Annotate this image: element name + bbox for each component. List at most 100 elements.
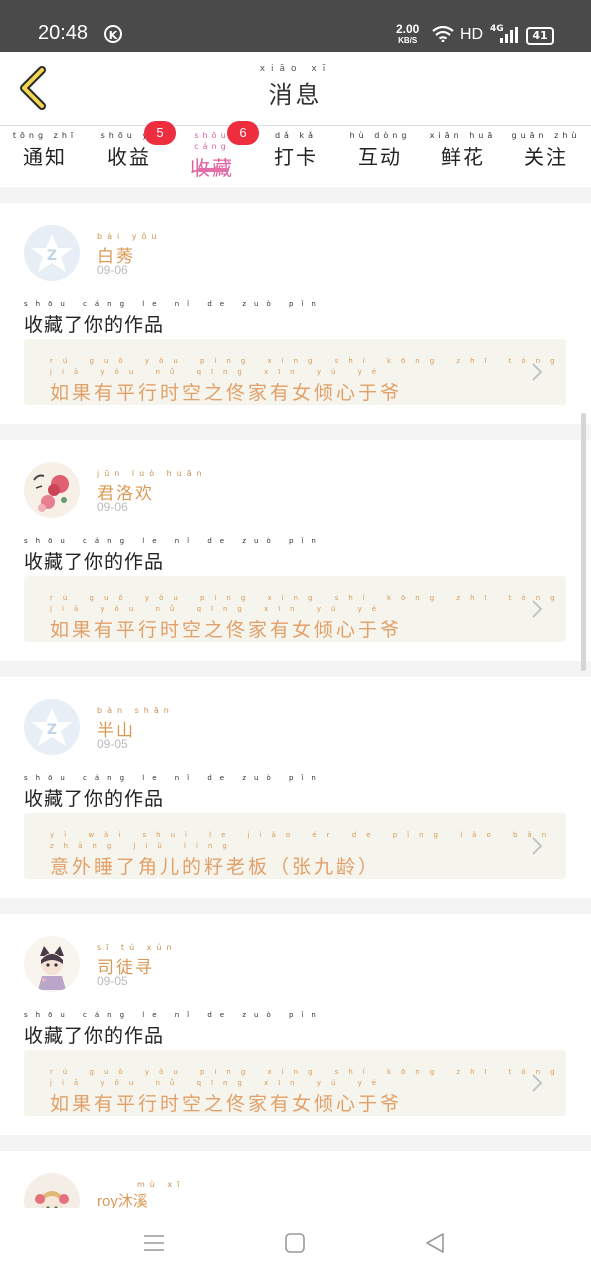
- timestamp: 09-06: [97, 263, 128, 277]
- timestamp: 09-05: [97, 974, 128, 988]
- hd-indicator: HD: [460, 26, 484, 43]
- username-pinyin: bái yǒu: [97, 232, 162, 241]
- work-title-pinyin: rú guǒ yǒu píng xíng shí kōng zhī tóng j…: [50, 1068, 565, 1087]
- work-title-pinyin: yì wài shuì le jiǎo ér de pǐng lǎo bǎn z…: [50, 831, 557, 850]
- action-pinyin: shōu cáng le nǐ de zuò pǐn: [24, 537, 324, 545]
- page-title-pinyin: xiāo xī: [259, 64, 332, 74]
- tab-notifications[interactable]: tōng zhī 通知: [10, 130, 80, 170]
- system-navigation-bar: [0, 1208, 591, 1280]
- action-label: 收藏了你的作品: [24, 1025, 165, 1047]
- work-title-text: 如果有平行时空之佟家有女倾心于爷: [50, 1093, 403, 1115]
- battery-icon: 41: [526, 27, 554, 45]
- username-pinyin: mù xī: [137, 1180, 185, 1189]
- svg-text:Z: Z: [47, 722, 57, 738]
- chevron-right-icon: [532, 1074, 543, 1092]
- tab-bar: tōng zhī 通知 shōu yì 收益 5 shōu cáng 收藏 6 …: [0, 121, 591, 186]
- action-text: shōu cáng le nǐ de zuò pǐn 收藏了你的作品: [24, 536, 324, 574]
- timestamp: 09-06: [97, 500, 128, 514]
- work-link[interactable]: rú guǒ yǒu píng xíng shí kōng zhī tóng j…: [24, 576, 566, 642]
- active-tab-indicator: [197, 168, 229, 172]
- status-bar: 20:48 K 2.00 KB/S HD 4G 41: [0, 0, 591, 52]
- tab-label: 通知: [23, 145, 67, 169]
- tab-pinyin: hù dòng: [349, 131, 411, 140]
- work-link[interactable]: rú guǒ yǒu píng xíng shí kōng zhī tóng j…: [24, 339, 566, 405]
- action-text: shōu cáng le nǐ de zuò pǐn 收藏了你的作品: [24, 773, 324, 811]
- tab-following[interactable]: guān zhù 关注: [511, 130, 581, 170]
- app-header: xiāo xī 消息: [0, 52, 591, 126]
- tab-interaction[interactable]: hù dòng 互动: [345, 130, 415, 170]
- tab-checkin[interactable]: dǎ kǎ 打卡: [261, 130, 331, 170]
- tab-pinyin: xiān huā: [429, 131, 497, 140]
- signal-icon: [500, 27, 518, 43]
- divider: [0, 424, 591, 440]
- chevron-right-icon: [532, 363, 543, 381]
- list-item: Z bái yǒu 白莠 09-06 shōu cáng le nǐ de zu…: [0, 203, 591, 421]
- username[interactable]: bái yǒu 白莠: [97, 231, 161, 267]
- tab-badge: 6: [227, 121, 259, 145]
- avatar[interactable]: Z: [24, 699, 80, 755]
- action-label: 收藏了你的作品: [24, 314, 165, 336]
- anime-avatar-image: [38, 946, 66, 990]
- action-text: shōu cáng le nǐ de zuò pǐn 收藏了你的作品: [24, 1010, 324, 1048]
- username[interactable]: bàn shān 半山: [97, 705, 174, 741]
- list-item: Z bàn shān 半山 09-05 shōu cáng le nǐ de z…: [0, 677, 591, 895]
- work-title-pinyin: rú guǒ yǒu píng xíng shí kōng zhī tóng j…: [50, 594, 565, 613]
- tab-favorites[interactable]: shōu cáng 收藏 6: [177, 121, 259, 181]
- tab-label: 关注: [524, 145, 568, 169]
- divider: [0, 187, 591, 203]
- action-pinyin: shōu cáng le nǐ de zuò pǐn: [24, 1011, 324, 1019]
- list-item: sī tú xún 司徒寻 09-05 shōu cáng le nǐ de z…: [0, 914, 591, 1132]
- avatar[interactable]: Z: [24, 225, 80, 281]
- k-app-icon: K: [104, 25, 122, 43]
- page-title: xiāo xī 消息: [0, 64, 591, 110]
- work-title: rú guǒ yǒu píng xíng shí kōng zhī tóng j…: [50, 1067, 566, 1116]
- back-icon[interactable]: [424, 1232, 446, 1254]
- avatar[interactable]: [24, 1173, 80, 1208]
- network-speed: 2.00 KB/S: [396, 23, 419, 46]
- timestamp: 09-05: [97, 737, 128, 751]
- username[interactable]: jūn luò huān 君洛欢: [97, 468, 207, 504]
- scrollbar[interactable]: [581, 413, 586, 671]
- work-title-text: 意外睡了角儿的籽老板（张九龄）: [50, 856, 381, 878]
- username-pinyin: bàn shān: [97, 706, 174, 715]
- action-pinyin: shōu cáng le nǐ de zuò pǐn: [24, 300, 324, 308]
- divider: [0, 661, 591, 677]
- work-link[interactable]: yì wài shuì le jiǎo ér de pǐng lǎo bǎn z…: [24, 813, 566, 879]
- status-time: 20:48: [38, 22, 89, 44]
- tab-label: 收益: [107, 145, 151, 169]
- work-title-pinyin: rú guǒ yǒu píng xíng shí kōng zhī tóng j…: [50, 357, 565, 376]
- svg-text:Z: Z: [47, 248, 57, 264]
- tab-pinyin: guān zhù: [511, 131, 581, 140]
- action-pinyin: shōu cáng le nǐ de zuò pǐn: [24, 774, 324, 782]
- divider: [0, 898, 591, 914]
- username-pinyin: jūn luò huān: [97, 469, 207, 478]
- username[interactable]: mù xī roy沐溪: [97, 1179, 184, 1208]
- page-title-text: 消息: [268, 81, 323, 109]
- tab-pinyin: dǎ kǎ: [274, 131, 318, 140]
- avatar[interactable]: [24, 936, 80, 992]
- username-text: roy沐溪: [97, 1193, 148, 1208]
- username[interactable]: sī tú xún 司徒寻: [97, 942, 177, 978]
- home-icon[interactable]: [285, 1233, 305, 1253]
- default-avatar-icon: Z: [31, 708, 73, 746]
- work-title-text: 如果有平行时空之佟家有女倾心于爷: [50, 382, 403, 404]
- menu-icon[interactable]: [144, 1233, 164, 1253]
- network-speed-unit: KB/S: [398, 36, 418, 45]
- chevron-right-icon: [532, 837, 543, 855]
- action-label: 收藏了你的作品: [24, 788, 165, 810]
- work-link[interactable]: rú guǒ yǒu píng xíng shí kōng zhī tóng j…: [24, 1050, 566, 1116]
- anime-avatar-image-2: [35, 1191, 69, 1208]
- wifi-icon: [432, 26, 454, 42]
- tab-label: 互动: [358, 145, 402, 169]
- action-label: 收藏了你的作品: [24, 551, 165, 573]
- tab-badge: 5: [144, 121, 176, 145]
- list-item: jūn luò huān 君洛欢 09-06 shōu cáng le nǐ d…: [0, 440, 591, 658]
- tab-earnings[interactable]: shōu yì 收益 5: [94, 121, 176, 170]
- tab-flowers[interactable]: xiān huā 鲜花: [428, 130, 498, 170]
- avatar[interactable]: [24, 462, 80, 518]
- work-title: yì wài shuì le jiǎo ér de pǐng lǎo bǎn z…: [50, 830, 566, 879]
- work-title: rú guǒ yǒu píng xíng shí kōng zhī tóng j…: [50, 593, 566, 642]
- tab-pinyin: tōng zhī: [12, 131, 78, 140]
- list-item: mù xī roy沐溪: [0, 1151, 591, 1208]
- username-pinyin: sī tú xún: [97, 943, 177, 952]
